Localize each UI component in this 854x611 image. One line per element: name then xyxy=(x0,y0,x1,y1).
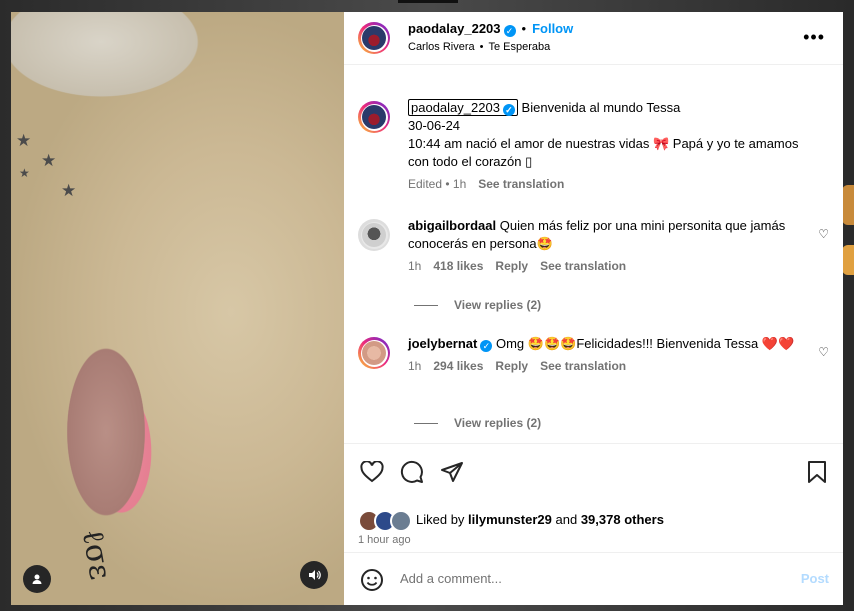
author-avatar[interactable] xyxy=(358,22,390,54)
comments-list: paodalay_2203 ✓ Bienvenida al mundo Tessa… xyxy=(344,65,843,443)
audio-song: Te Esperaba xyxy=(488,41,551,53)
heart-icon[interactable] xyxy=(360,461,384,483)
liked-by-and: and xyxy=(555,512,578,527)
post-timestamp: 1 hour ago xyxy=(358,534,411,546)
liked-by-user[interactable]: lilymunster29 xyxy=(468,512,552,527)
liked-by-others[interactable]: 39,378 others xyxy=(581,512,664,527)
comment-likes[interactable]: 418 likes xyxy=(433,259,483,273)
comment-icon[interactable] xyxy=(400,460,424,484)
user-icon xyxy=(32,574,42,584)
tagged-users-button[interactable] xyxy=(23,565,51,593)
verified-icon: ✓ xyxy=(502,104,515,116)
comment-text: Omg 🤩🤩🤩Felicidades!!! Bienvenida Tessa ❤… xyxy=(495,336,795,351)
caption: paodalay_2203 ✓ Bienvenida al mundo Tessa… xyxy=(344,99,843,193)
author-meta: paodalay_2203 ✓ • Follow Carlos Rivera • Te E… xyxy=(408,20,573,56)
view-replies-button[interactable]: View replies (2) xyxy=(414,416,541,430)
commenter-avatar[interactable] xyxy=(358,337,390,369)
verified-icon: ✓ xyxy=(480,340,493,352)
caption-actions: Edited • 1h See translation xyxy=(408,175,803,193)
star-tattoo: ★ xyxy=(41,151,57,170)
save-icon[interactable] xyxy=(807,460,827,484)
comment-actions: 1h 294 likes Reply See translation xyxy=(408,357,803,375)
comment-time: 1h xyxy=(408,259,422,273)
liked-by-prefix: Liked by xyxy=(416,512,465,527)
action-bar xyxy=(344,443,843,504)
follow-button[interactable]: Follow xyxy=(532,21,573,36)
caption-line3: 10:44 am nació el amor de nuestras vidas… xyxy=(408,136,799,169)
liked-by-text: Liked by lilymunster29 and 39,378 others xyxy=(416,512,664,527)
see-translation-link[interactable]: See translation xyxy=(478,177,564,191)
top-indicator xyxy=(398,0,458,3)
background-edge xyxy=(842,185,854,225)
likes-section: Liked by lilymunster29 and 39,378 others… xyxy=(344,504,843,552)
caption-body: paodalay_2203 ✓ Bienvenida al mundo Tessa… xyxy=(408,99,803,193)
speaker-icon xyxy=(308,570,321,580)
star-tattoo: ★ xyxy=(16,131,32,150)
comment-input[interactable]: Add a comment... xyxy=(400,571,502,586)
star-tattoo: ★ xyxy=(61,181,77,200)
reply-button[interactable]: Reply xyxy=(495,259,528,273)
see-translation-link[interactable]: See translation xyxy=(540,259,626,273)
commenter-username[interactable]: joelybernat xyxy=(408,336,477,351)
background-edge xyxy=(842,245,854,275)
post-header: paodalay_2203 ✓ • Follow Carlos Rivera • Te E… xyxy=(344,12,843,65)
like-comment-icon[interactable]: ♡ xyxy=(818,345,829,359)
share-icon[interactable] xyxy=(440,460,464,484)
edited-label: Edited • 1h xyxy=(408,177,467,191)
commenter-avatar[interactable] xyxy=(358,219,390,251)
reply-button[interactable]: Reply xyxy=(495,359,528,373)
commenter-username[interactable]: abigailbordaal xyxy=(408,218,496,233)
avatar xyxy=(390,510,412,532)
caption-username[interactable]: paodalay_2203 ✓ xyxy=(408,99,518,116)
post-comment-button[interactable]: Post xyxy=(801,571,829,586)
more-options-icon[interactable]: ••• xyxy=(803,28,825,46)
view-replies-button[interactable]: View replies (2) xyxy=(414,298,541,312)
see-translation-link[interactable]: See translation xyxy=(540,359,626,373)
separator-dot: • xyxy=(521,21,527,36)
add-comment-bar: Add a comment... Post xyxy=(344,552,843,605)
comment-body: joelybernat ✓ Omg 🤩🤩🤩Felicidades!!! Bienv… xyxy=(408,335,803,375)
script-tattoo: ℓσε xyxy=(74,526,118,583)
audio-artist: Carlos Rivera xyxy=(408,41,475,53)
like-comment-icon[interactable]: ♡ xyxy=(818,227,829,241)
author-avatar[interactable] xyxy=(358,101,390,133)
comment-time: 1h xyxy=(408,359,422,373)
audio-info[interactable]: Carlos Rivera • Te Esperaba xyxy=(408,38,573,56)
comment-likes[interactable]: 294 likes xyxy=(433,359,483,373)
post-panel: paodalay_2203 ✓ • Follow Carlos Rivera • Te E… xyxy=(344,12,843,605)
comment-actions: 1h 418 likes Reply See translation xyxy=(408,257,803,275)
caption-line2: 30-06-24 xyxy=(408,118,461,133)
post-media[interactable]: ★ ★ ★ ★ ℓσε xyxy=(11,12,344,605)
comment-body: abigailbordaal Quien más feliz por una m… xyxy=(408,217,803,275)
comment: abigailbordaal Quien más feliz por una m… xyxy=(344,217,843,275)
comment: joelybernat ✓ Omg 🤩🤩🤩Felicidades!!! Bienv… xyxy=(344,335,843,375)
verified-icon: ✓ xyxy=(503,25,516,37)
audio-toggle-button[interactable] xyxy=(300,561,328,589)
author-username[interactable]: paodalay_2203 xyxy=(408,21,501,36)
liker-avatars[interactable] xyxy=(358,510,412,532)
emoji-icon[interactable] xyxy=(360,568,384,592)
post-modal: ★ ★ ★ ★ ℓσε paodalay_2203 ✓ • Follow Carlos… xyxy=(11,12,843,605)
caption-line1: Bienvenida al mundo Tessa xyxy=(521,100,681,115)
star-tattoo: ★ xyxy=(19,166,30,180)
